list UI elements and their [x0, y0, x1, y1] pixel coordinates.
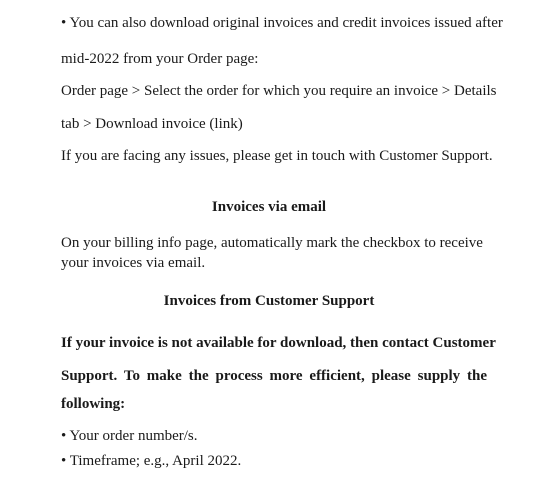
- support-section-heading: Invoices from Customer Support: [163, 293, 375, 309]
- timeframe-item: Timeframe; e.g., April 2022.: [69, 453, 242, 469]
- bullet-mark: •: [61, 428, 67, 444]
- download-text-1: You can also download original invoices …: [69, 15, 503, 31]
- support-para-line-1: If your invoice is not available for dow…: [61, 335, 496, 351]
- list-item: • Timeframe; e.g., April 2022.: [61, 452, 241, 470]
- email-text-1: On your billing info page, automatically…: [61, 235, 483, 251]
- support-para-line-2: Support. To make the process more effici…: [61, 368, 487, 384]
- bullet-mark: •: [61, 453, 67, 469]
- download-text-2: mid-2022 from your Order page:: [61, 51, 259, 67]
- document-page: • You can also download original invoice…: [0, 0, 538, 501]
- bullet-mark: •: [61, 15, 67, 31]
- download-bullet-line-1: • You can also download original invoice…: [61, 14, 503, 32]
- email-text-2: your invoices via email.: [61, 255, 206, 271]
- issues-note: If you are facing any issues, please get…: [61, 148, 493, 164]
- order-path-line-2: tab > Download invoice (link): [61, 116, 243, 132]
- support-para-line-3: following:: [61, 396, 126, 412]
- order-number-item: Your order number/s.: [69, 428, 198, 444]
- support-paragraph: If your invoice is not available for dow…: [61, 334, 496, 413]
- email-section-heading: Invoices via email: [211, 199, 327, 215]
- order-path-line-1: Order page > Select the order for which …: [61, 83, 497, 99]
- list-item: • Your order number/s.: [61, 427, 198, 445]
